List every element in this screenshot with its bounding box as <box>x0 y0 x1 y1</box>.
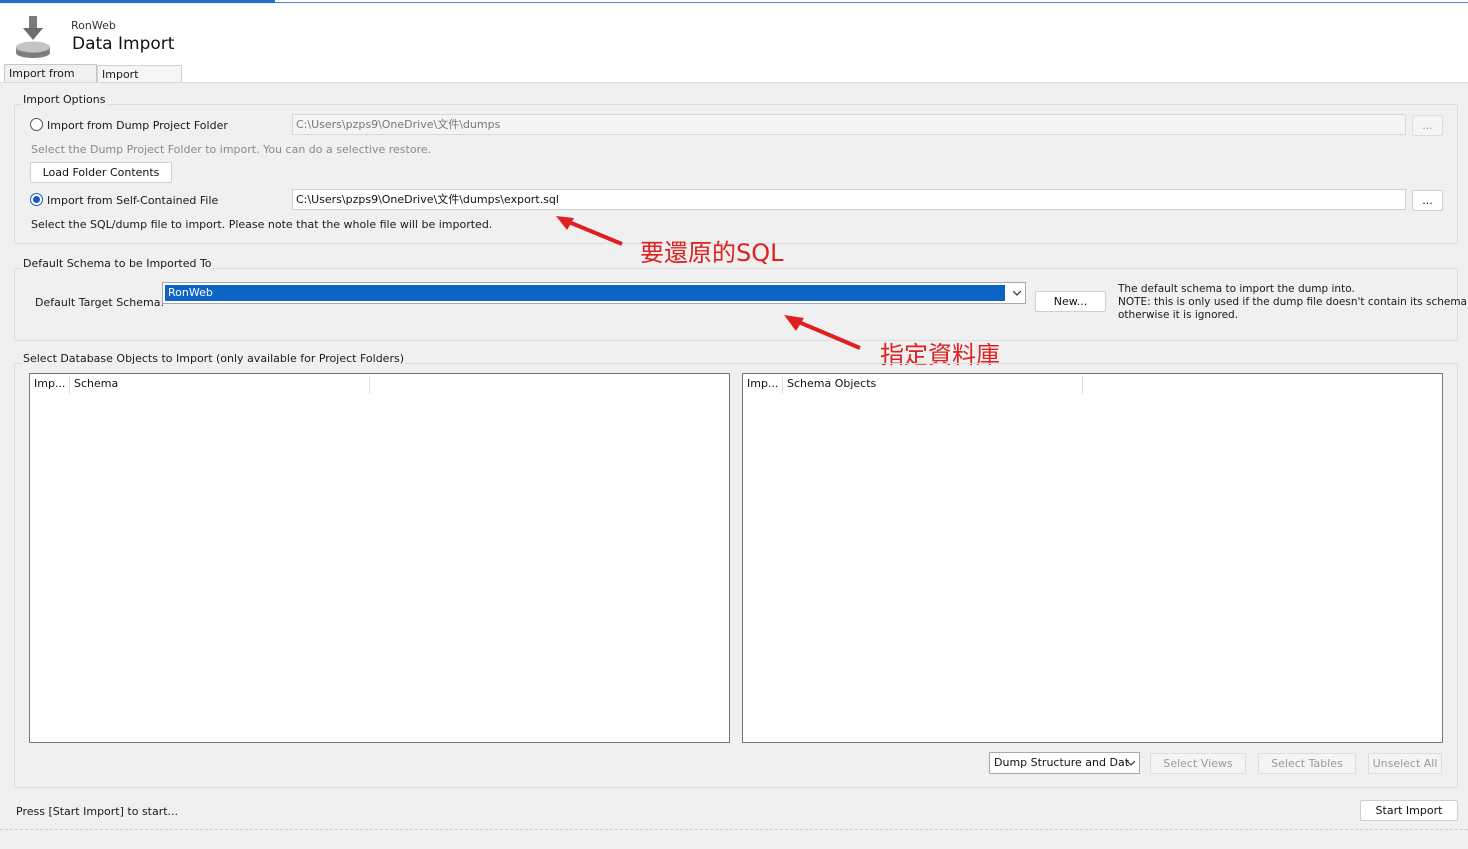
dump-folder-label: Import from Dump Project Folder <box>47 119 228 132</box>
self-contained-label: Import from Self-Contained File <box>47 194 219 207</box>
active-tab-indicator <box>0 0 275 3</box>
default-target-schema-select[interactable]: RonWeb <box>162 282 1026 304</box>
load-folder-contents-button[interactable]: Load Folder Contents <box>30 162 172 183</box>
default-schema-note: The default schema to import the dump in… <box>1118 283 1468 322</box>
schema-list[interactable]: Imp... Schema <box>29 373 730 743</box>
output-panel-edge <box>0 829 1468 849</box>
column-header-import[interactable]: Imp... <box>34 377 65 390</box>
default-target-schema-value: RonWeb <box>165 285 1005 301</box>
unselect-all-button[interactable]: Unselect All <box>1368 753 1442 774</box>
tab-bar: Import from Disk Import Progress <box>0 64 1468 98</box>
top-accent-line <box>0 0 1468 3</box>
column-header-schema[interactable]: Schema <box>74 377 118 390</box>
dump-folder-path-field[interactable]: C:\Users\pzps9\OneDrive\文件\dumps <box>292 114 1406 135</box>
column-separator[interactable] <box>69 376 70 394</box>
default-schema-title: Default Schema to be Imported To <box>22 257 213 270</box>
radio-self-contained-file[interactable] <box>30 193 43 206</box>
page-title: Data Import <box>72 34 175 54</box>
default-schema-note-line2: NOTE: this is only used if the dump file… <box>1118 296 1468 308</box>
data-import-icon <box>16 16 50 58</box>
annotation-arrow-sql <box>556 216 623 246</box>
tab-import-from-disk[interactable]: Import from Disk <box>4 64 97 97</box>
database-objects-title: Select Database Objects to Import (only … <box>22 352 405 365</box>
dump-mode-select[interactable]: Dump Structure and Dat <box>989 752 1140 774</box>
select-views-button[interactable]: Select Views <box>1150 753 1246 774</box>
page-header: RonWeb Data Import <box>0 4 1468 64</box>
connection-name: RonWeb <box>71 19 116 32</box>
annotation-sql-label: 要還原的SQL <box>640 239 784 267</box>
column-header-import[interactable]: Imp... <box>747 377 778 390</box>
schema-objects-list[interactable]: Imp... Schema Objects <box>742 373 1443 743</box>
new-schema-button[interactable]: New... <box>1035 291 1106 312</box>
chevron-down-icon <box>1013 290 1021 296</box>
dump-folder-hint: Select the Dump Project Folder to import… <box>31 143 432 156</box>
default-schema-note-line1: The default schema to import the dump in… <box>1118 283 1355 295</box>
column-separator[interactable] <box>1082 376 1083 394</box>
self-contained-hint: Select the SQL/dump file to import. Plea… <box>31 218 493 231</box>
annotation-arrow-db <box>784 315 861 350</box>
start-import-button[interactable]: Start Import <box>1360 800 1458 821</box>
select-tables-button[interactable]: Select Tables <box>1258 753 1356 774</box>
tab-import-progress[interactable]: Import Progress <box>97 65 182 98</box>
dump-mode-value: Dump Structure and Dat <box>994 756 1130 769</box>
default-target-schema-label: Default Target Schema: <box>35 296 165 309</box>
column-separator[interactable] <box>782 376 783 394</box>
self-contained-browse-button[interactable]: ... <box>1412 190 1443 211</box>
dump-folder-browse-button[interactable]: ... <box>1412 115 1443 136</box>
self-contained-path-field[interactable]: C:\Users\pzps9\OneDrive\文件\dumps\export.… <box>292 189 1406 210</box>
column-header-schema-objects[interactable]: Schema Objects <box>787 377 876 390</box>
radio-dump-folder[interactable] <box>30 118 43 131</box>
import-options-title: Import Options <box>22 93 107 106</box>
status-message: Press [Start Import] to start... <box>16 805 179 818</box>
default-schema-note-line3: otherwise it is ignored. <box>1118 309 1239 321</box>
column-separator[interactable] <box>369 376 370 394</box>
chevron-down-icon <box>1127 760 1135 766</box>
